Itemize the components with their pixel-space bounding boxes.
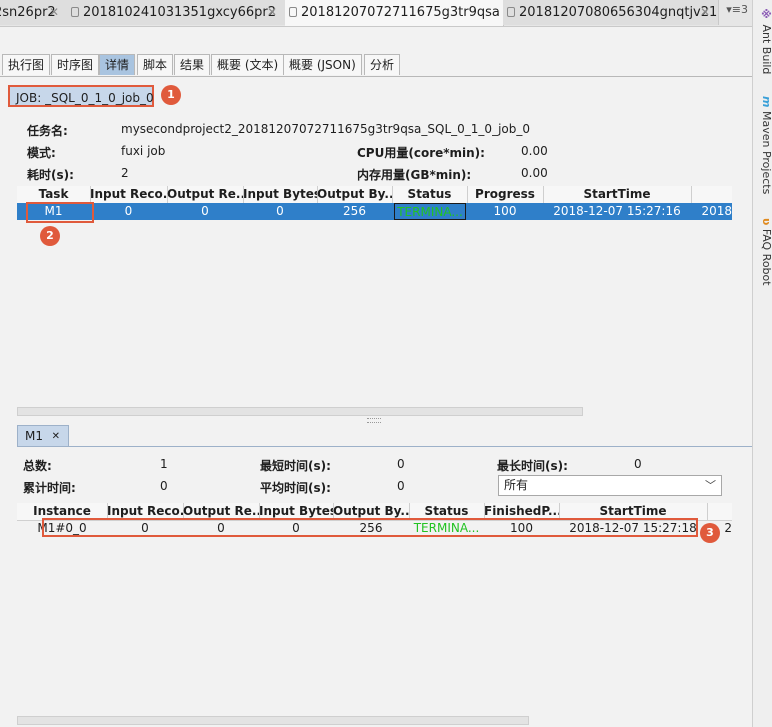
column-header[interactable] xyxy=(707,503,732,520)
callout-marker-3: 3 xyxy=(700,523,720,543)
robot-icon: ʋ xyxy=(760,218,772,226)
lock-icon xyxy=(71,7,79,17)
close-icon[interactable]: ✕ xyxy=(49,0,59,25)
table-row[interactable]: M1 0 0 0 256 TERMINA... 100 2018-12-07 1… xyxy=(17,203,732,220)
maven-icon: m xyxy=(760,96,772,108)
horizontal-scrollbar[interactable] xyxy=(17,407,583,416)
tab-overflow-menu[interactable]: ▾≡3 xyxy=(726,3,748,16)
callout-marker-2: 2 xyxy=(40,226,60,246)
horizontal-scrollbar[interactable] xyxy=(17,716,529,725)
select-value: 所有 xyxy=(504,478,529,492)
tool-label: Maven Projects xyxy=(760,110,772,195)
tab-label: M1 xyxy=(25,429,43,443)
tab-summary-text[interactable]: 概要 (文本) xyxy=(211,54,285,75)
lock-icon xyxy=(289,7,297,17)
tab-m1[interactable]: M1 ✕ xyxy=(17,425,69,446)
cumulative-time-label: 累计时间: xyxy=(23,481,76,495)
column-header[interactable]: Output By... xyxy=(317,186,393,203)
column-header[interactable]: StartTime xyxy=(543,186,692,203)
min-time-label: 最短时间(s): xyxy=(260,459,331,473)
min-time-value: 0 xyxy=(397,457,405,471)
tab-execution-graph[interactable]: 执行图 xyxy=(2,54,51,75)
duration-label: 耗时(s): xyxy=(27,168,74,182)
maven-projects-tool[interactable]: m Maven Projects xyxy=(755,96,772,194)
ant-build-tool[interactable]: ※ Ant Build xyxy=(755,8,772,74)
tool-window-strip: ※ Ant Build m Maven Projects ʋ FAQ Robot xyxy=(752,0,772,727)
close-icon[interactable]: ✕ xyxy=(700,0,710,25)
output-records-cell: 0 xyxy=(201,204,209,218)
callout-marker-1: 1 xyxy=(161,85,181,105)
tab-analysis[interactable]: 分析 xyxy=(364,54,401,75)
mode-value: fuxi job xyxy=(121,144,166,158)
column-header[interactable] xyxy=(691,186,732,203)
tab-timing-graph[interactable]: 时序图 xyxy=(51,54,100,75)
callout-box-2 xyxy=(26,202,94,223)
editor-tab-3[interactable]: 20181207072711675g3tr9qsa xyxy=(285,0,504,26)
cumulative-time-value: 0 xyxy=(160,479,168,493)
editor-tab-label: 2sn26pr2 xyxy=(0,5,56,20)
editor-tab-4[interactable]: 20181207080656304gnqtjv21 ✕ xyxy=(503,0,719,25)
editor-tab-1[interactable]: 2sn26pr2 ✕ xyxy=(0,0,68,25)
duration-value: 2 xyxy=(121,166,129,180)
tab-results[interactable]: 结果 xyxy=(174,54,211,75)
column-header[interactable]: Input Reco... xyxy=(90,186,168,203)
editor-tab-label: 20181207072711675g3tr9qsa xyxy=(301,5,500,20)
avg-time-value: 0 xyxy=(397,479,405,493)
editor-tab-bar: 2sn26pr2 ✕ 201810241031351gxcy66pr2 ✕ 20… xyxy=(0,0,752,27)
close-icon[interactable]: ✕ xyxy=(52,426,60,447)
task-name-label: 任务名: xyxy=(27,124,68,138)
start-time-cell: 2018-12-07 15:27:16 xyxy=(553,204,681,218)
grip-icon xyxy=(367,418,381,423)
cpu-usage-value: 0.00 xyxy=(521,144,548,158)
editor-tab-label: 201810241031351gxcy66pr2 xyxy=(83,5,277,20)
lock-icon xyxy=(507,7,515,17)
panel-splitter[interactable] xyxy=(0,417,752,423)
tab-summary-json[interactable]: 概要 (JSON) xyxy=(283,54,362,75)
status-cell: TERMINA... xyxy=(394,203,466,220)
tool-label: Ant Build xyxy=(760,24,772,75)
avg-time-label: 平均时间(s): xyxy=(260,481,331,495)
editor-tab-2[interactable]: 201810241031351gxcy66pr2 ✕ xyxy=(67,0,286,25)
overflow-cell: 2018 xyxy=(701,204,732,218)
max-time-value: 0 xyxy=(634,457,642,471)
tab-script[interactable]: 脚本 xyxy=(137,54,174,75)
chevron-down-icon: ﹀ xyxy=(705,479,716,492)
tab-divider xyxy=(17,446,752,447)
ant-icon: ※ xyxy=(760,8,772,21)
input-bytes-cell: 0 xyxy=(276,204,284,218)
total-value: 1 xyxy=(160,457,168,471)
cpu-usage-label: CPU用量(core*min): xyxy=(357,146,485,160)
column-header[interactable]: Progress xyxy=(467,186,544,203)
column-header[interactable]: Input Bytes xyxy=(243,186,318,203)
tool-label: FAQ Robot xyxy=(760,228,772,286)
memory-usage-label: 内存用量(GB*min): xyxy=(357,168,472,182)
detail-tab-bar: 执行图 时序图 详情 脚本 结果 概要 (文本) 概要 (JSON) 分析 xyxy=(0,54,752,77)
column-header[interactable]: Output Re... xyxy=(167,186,244,203)
total-label: 总数: xyxy=(23,459,52,473)
max-time-label: 最长时间(s): xyxy=(497,459,568,473)
job-label[interactable]: JOB: _SQL_0_1_0_job_0 xyxy=(8,85,154,107)
callout-box-3 xyxy=(42,518,698,537)
close-icon[interactable]: ✕ xyxy=(267,0,277,25)
editor-tab-label: 20181207080656304gnqtjv21 xyxy=(519,5,718,20)
task-table-header: Task Input Reco... Output Re... Input By… xyxy=(17,186,732,204)
column-header[interactable]: Task xyxy=(17,186,91,203)
faq-robot-tool[interactable]: ʋ FAQ Robot xyxy=(755,218,772,286)
column-header[interactable]: Status xyxy=(392,186,468,203)
input-records-cell: 0 xyxy=(124,204,133,218)
tab-details[interactable]: 详情 xyxy=(99,54,136,75)
progress-cell: 100 xyxy=(493,204,517,218)
mode-label: 模式: xyxy=(27,146,56,160)
memory-usage-value: 0.00 xyxy=(521,166,548,180)
instance-filter-select[interactable]: 所有 ﹀ xyxy=(498,475,722,496)
output-bytes-cell: 256 xyxy=(343,204,366,218)
task-name-value: mysecondproject2_20181207072711675g3tr9q… xyxy=(121,122,530,136)
